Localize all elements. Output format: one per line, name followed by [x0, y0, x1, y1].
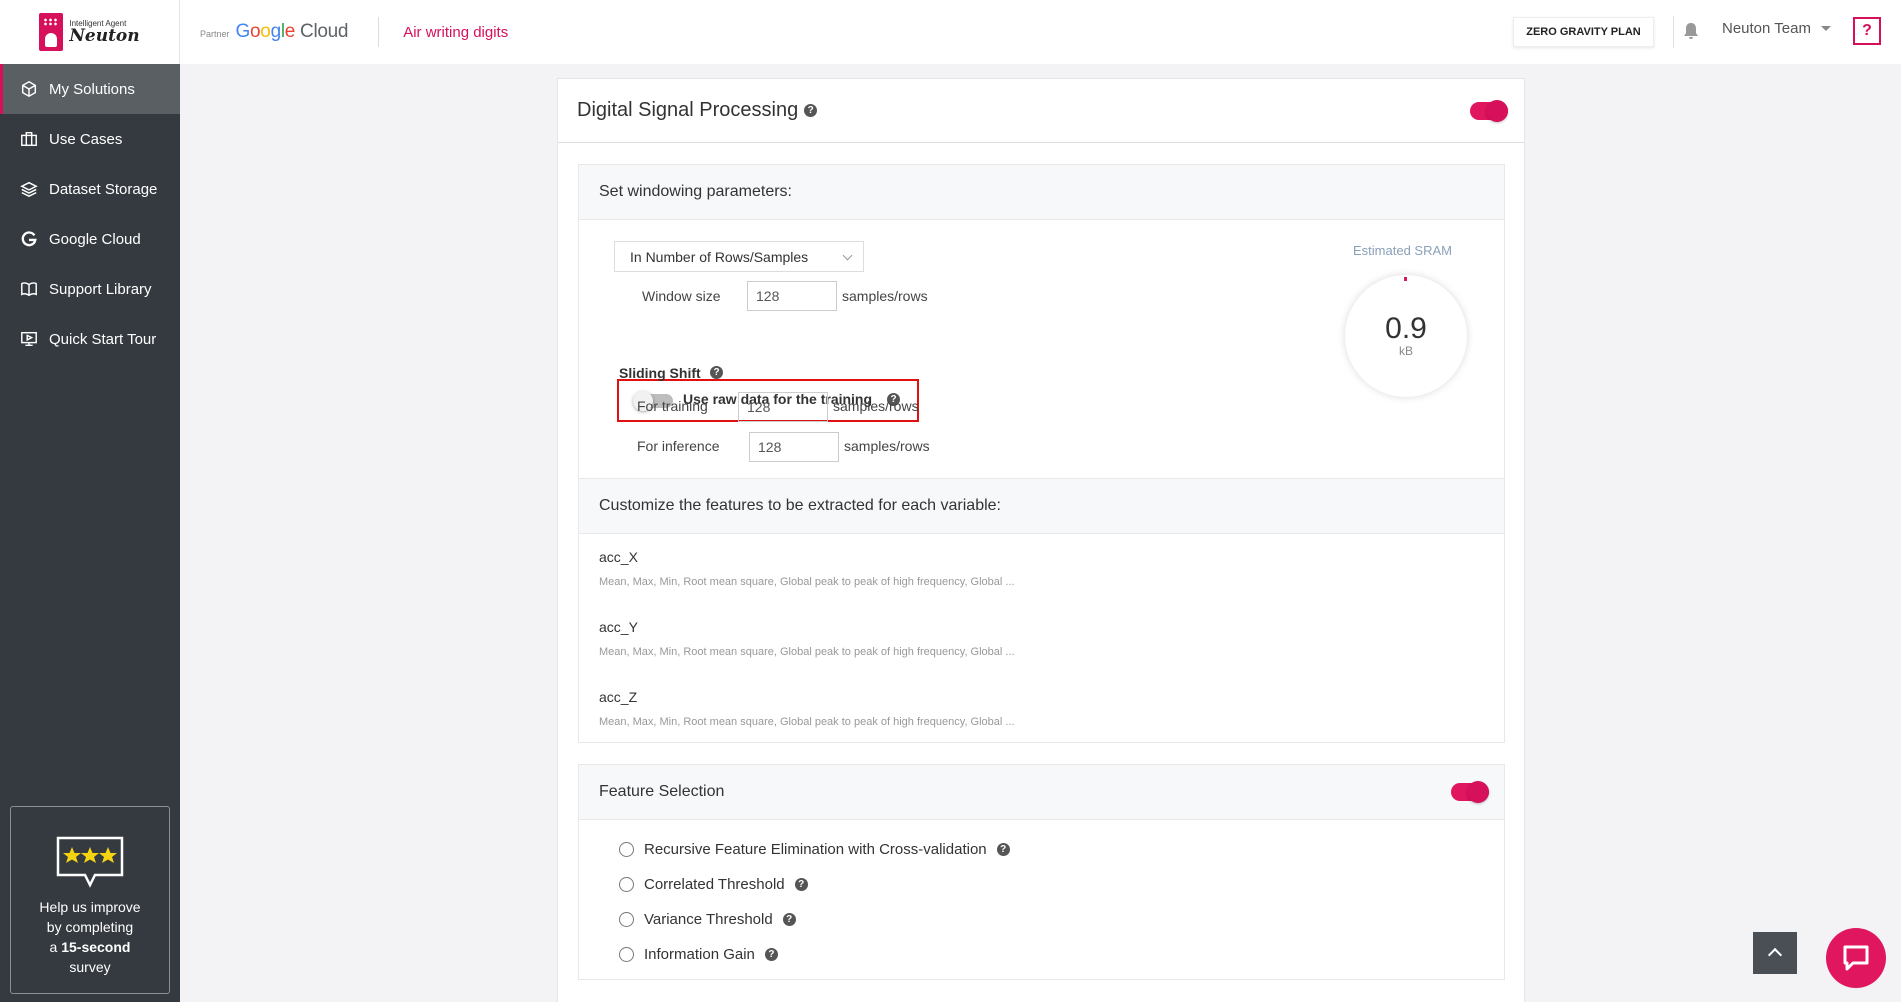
plan-button[interactable]: ZERO GRAVITY PLAN — [1513, 17, 1654, 47]
help-circle-icon[interactable]: ? — [764, 948, 778, 961]
chat-bubble-icon — [1843, 945, 1869, 971]
help-circle-icon[interactable]: ? — [804, 104, 818, 117]
sidebar-item-support-library[interactable]: Support Library — [0, 264, 180, 314]
radio-button[interactable] — [619, 947, 634, 962]
sidebar-item-label: Google Cloud — [49, 230, 141, 248]
page-title: Digital Signal Processing — [577, 99, 799, 121]
feature-selection-toggle[interactable] — [1451, 781, 1489, 803]
unit-label: samples/rows — [842, 288, 928, 304]
dsp-toggle[interactable] — [1470, 100, 1508, 122]
briefcase-icon — [19, 129, 39, 149]
sram-label: Estimated SRAM — [1353, 243, 1452, 258]
sidebar-nav: My Solutions Use Cases Dataset Storage G… — [0, 64, 180, 364]
sram-gauge: 0.9 kB — [1345, 275, 1467, 397]
chat-button[interactable] — [1826, 928, 1886, 988]
team-dropdown[interactable]: Neuton Team — [1722, 20, 1831, 37]
radio-option[interactable]: Variance Threshold ? — [619, 911, 796, 928]
cube-icon — [19, 79, 39, 99]
layers-icon — [19, 179, 39, 199]
variable-name[interactable]: acc_X — [599, 549, 638, 565]
sidebar-item-label: Quick Start Tour — [49, 330, 157, 348]
google-cloud-partner-logo: Partner Google Cloud — [200, 21, 349, 42]
sidebar-item-google-cloud[interactable]: Google Cloud — [0, 214, 180, 264]
divider — [378, 17, 380, 47]
sidebar-item-label: Support Library — [49, 280, 152, 298]
neuton-logo-icon — [39, 13, 64, 51]
logo-area[interactable]: Intelligent Agent Neuton — [0, 0, 180, 64]
variable-name[interactable]: acc_Y — [599, 619, 638, 635]
unit-label: samples/rows — [844, 438, 930, 454]
sram-value: 0.9 — [1385, 312, 1427, 345]
inference-shift-input[interactable]: 128 — [749, 432, 839, 462]
logo-wordmark: Neuton — [69, 25, 140, 46]
gauge-indicator — [1404, 277, 1407, 281]
for-inference-label: For inference — [637, 438, 720, 454]
chevron-down-icon — [842, 250, 853, 261]
google-icon — [19, 229, 39, 249]
sidebar-item-quick-start-tour[interactable]: Quick Start Tour — [0, 314, 180, 364]
radio-button[interactable] — [619, 877, 634, 892]
sidebar-item-use-cases[interactable]: Use Cases — [0, 114, 180, 164]
variable-features[interactable]: Mean, Max, Min, Root mean square, Global… — [599, 576, 1015, 588]
help-circle-icon[interactable]: ? — [782, 913, 796, 926]
variable-features[interactable]: Mean, Max, Min, Root mean square, Global… — [599, 646, 1015, 658]
sidebar-item-my-solutions[interactable]: My Solutions — [0, 64, 180, 114]
section-heading: Feature Selection — [579, 765, 1504, 820]
variable-name[interactable]: acc_Z — [599, 689, 637, 705]
window-mode-select[interactable]: In Number of Rows/Samples — [614, 241, 864, 272]
training-shift-input[interactable]: 128 — [738, 392, 828, 422]
sidebar-item-dataset-storage[interactable]: Dataset Storage — [0, 164, 180, 214]
sidebar-item-label: Dataset Storage — [49, 180, 158, 198]
sidebar-item-label: My Solutions — [49, 80, 135, 98]
card-header: Digital Signal Processing ? — [558, 79, 1524, 143]
play-screen-icon — [19, 329, 39, 349]
rating-stars-icon — [56, 836, 124, 888]
radio-option[interactable]: Recursive Feature Elimination with Cross… — [619, 841, 1010, 858]
section-heading: Customize the features to be extracted f… — [579, 479, 1504, 534]
unit-label: samples/rows — [833, 398, 919, 414]
dsp-card: Digital Signal Processing ? Set windowin… — [557, 78, 1525, 1002]
help-circle-icon[interactable]: ? — [710, 366, 723, 379]
window-size-input[interactable]: 128 — [747, 281, 837, 311]
chevron-down-icon — [1820, 26, 1831, 31]
help-button[interactable]: ? — [1853, 17, 1881, 45]
sliding-shift-label: Sliding Shift — [619, 365, 701, 381]
survey-text: Help us improve by completing a 15-secon… — [39, 899, 141, 975]
radio-button[interactable] — [619, 912, 634, 927]
variable-features[interactable]: Mean, Max, Min, Root mean square, Global… — [599, 716, 1015, 728]
scroll-to-top-button[interactable] — [1753, 932, 1797, 974]
team-name: Neuton Team — [1722, 20, 1811, 37]
bell-icon[interactable] — [1683, 22, 1699, 40]
neuton-logo[interactable]: Intelligent Agent Neuton — [39, 13, 140, 51]
sidebar-item-label: Use Cases — [49, 130, 123, 148]
radio-option[interactable]: Correlated Threshold ? — [619, 876, 808, 893]
features-section: Customize the features to be extracted f… — [578, 479, 1505, 743]
window-size-label: Window size — [642, 288, 721, 304]
radio-option[interactable]: Information Gain ? — [619, 946, 778, 963]
feature-selection-section: Feature Selection Recursive Feature Elim… — [578, 764, 1505, 980]
for-training-label: For training — [637, 398, 708, 414]
radio-button[interactable] — [619, 842, 634, 857]
book-icon — [19, 279, 39, 299]
survey-banner[interactable]: Help us improve by completing a 15-secon… — [10, 806, 170, 994]
project-name-link[interactable]: Air writing digits — [403, 24, 508, 41]
help-circle-icon[interactable]: ? — [794, 878, 808, 891]
section-heading: Set windowing parameters: — [579, 165, 1504, 220]
divider — [1673, 16, 1674, 48]
help-circle-icon[interactable]: ? — [996, 843, 1010, 856]
sram-unit: kB — [1398, 344, 1413, 358]
sidebar: Intelligent Agent Neuton My Solutions Us… — [0, 0, 180, 1002]
